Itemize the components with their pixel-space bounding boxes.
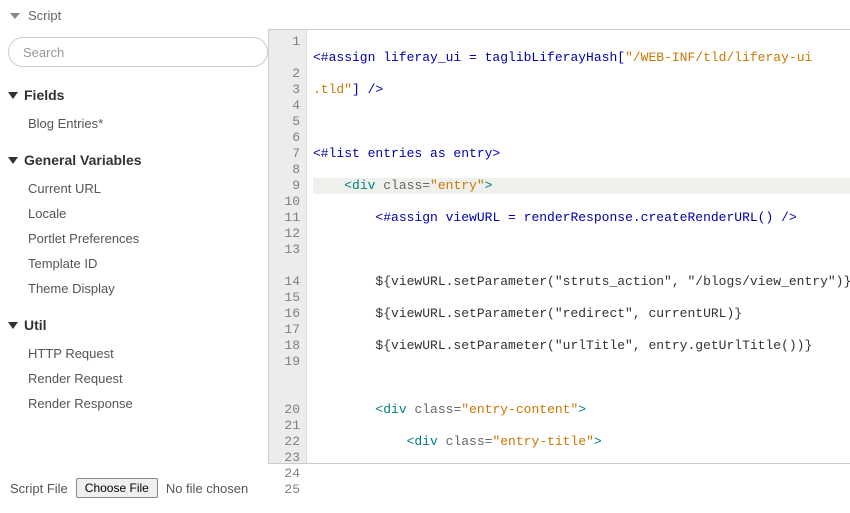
sidebar-item[interactable]: Render Response — [28, 391, 268, 416]
line-number: 3 — [279, 82, 300, 98]
group-header-general[interactable]: General Variables — [8, 146, 268, 174]
section-title: Script — [28, 8, 61, 23]
line-number: 6 — [279, 130, 300, 146]
code-line: <div class="entry-title"> — [313, 434, 850, 450]
code-line: ${viewURL.setParameter("redirect", curre… — [313, 306, 850, 322]
line-number: 4 — [279, 98, 300, 114]
file-label: Script File — [10, 481, 68, 496]
line-number: 11 — [279, 210, 300, 226]
group-header-fields[interactable]: Fields — [8, 81, 268, 109]
code-content[interactable]: <#assign liferay_ui = taglibLiferayHash[… — [307, 30, 850, 463]
line-number: 23 — [279, 450, 300, 466]
line-number: 7 — [279, 146, 300, 162]
sidebar-item[interactable]: HTTP Request — [28, 341, 268, 366]
line-number: 9 — [279, 178, 300, 194]
sidebar-item[interactable]: Locale — [28, 201, 268, 226]
line-number: 5 — [279, 114, 300, 130]
sidebar-item[interactable]: Portlet Preferences — [28, 226, 268, 251]
line-number: 8 — [279, 162, 300, 178]
line-number: 25 — [279, 482, 300, 498]
group-items-general: Current URL Locale Portlet Preferences T… — [8, 174, 268, 311]
line-number — [279, 258, 300, 274]
footer: Script File Choose File No file chosen — [0, 464, 850, 512]
file-status: No file chosen — [166, 481, 248, 496]
sidebar-item[interactable]: Theme Display — [28, 276, 268, 301]
sidebar-item[interactable]: Current URL — [28, 176, 268, 201]
line-number: 15 — [279, 290, 300, 306]
group-items-fields: Blog Entries* — [8, 109, 268, 146]
group-title: Fields — [24, 87, 64, 103]
group-header-util[interactable]: Util — [8, 311, 268, 339]
triangle-down-icon — [8, 157, 18, 164]
code-editor[interactable]: 1 2 3 4 5 6 7 8 9 10 11 12 13 14 15 16 1… — [268, 29, 850, 464]
group-title: Util — [24, 317, 47, 333]
line-number: 14 — [279, 274, 300, 290]
code-line: <div class="entry"> — [313, 178, 850, 194]
chevron-down-icon — [10, 13, 20, 19]
line-number — [279, 370, 300, 386]
code-line: ${viewURL.setParameter("struts_action", … — [313, 274, 850, 290]
choose-file-button[interactable]: Choose File — [76, 478, 158, 498]
sidebar: Search Fields Blog Entries* General Vari… — [8, 29, 268, 464]
code-line: .tld"] /> — [313, 82, 850, 98]
section-header[interactable]: Script — [0, 0, 850, 29]
line-number-gutter: 1 2 3 4 5 6 7 8 9 10 11 12 13 14 15 16 1… — [269, 30, 307, 463]
code-line: <#list entries as entry> — [313, 146, 850, 162]
code-line — [313, 114, 850, 130]
line-number — [279, 386, 300, 402]
code-line: <div class="entry-content"> — [313, 402, 850, 418]
code-line — [313, 370, 850, 386]
code-line: <#assign liferay_ui = taglibLiferayHash[… — [313, 50, 850, 66]
line-number: 17 — [279, 322, 300, 338]
line-number: 10 — [279, 194, 300, 210]
line-number: 2 — [279, 66, 300, 82]
line-number: 13 — [279, 242, 300, 258]
line-number — [279, 50, 300, 66]
group-items-util: HTTP Request Render Request Render Respo… — [8, 339, 268, 426]
code-line: ${viewURL.setParameter("urlTitle", entry… — [313, 338, 850, 354]
line-number: 24 — [279, 466, 300, 482]
sidebar-item[interactable]: Template ID — [28, 251, 268, 276]
code-line: <#assign viewURL = renderResponse.create… — [313, 210, 850, 226]
line-number: 21 — [279, 418, 300, 434]
line-number: 20 — [279, 402, 300, 418]
sidebar-item[interactable]: Render Request — [28, 366, 268, 391]
triangle-down-icon — [8, 92, 18, 99]
line-number: 12 — [279, 226, 300, 242]
line-number: 18 — [279, 338, 300, 354]
group-title: General Variables — [24, 152, 142, 168]
line-number: 1 — [279, 34, 300, 50]
code-line — [313, 242, 850, 258]
search-placeholder: Search — [23, 45, 64, 60]
sidebar-item[interactable]: Blog Entries* — [28, 111, 268, 136]
line-number: 22 — [279, 434, 300, 450]
line-number: 19 — [279, 354, 300, 370]
main-area: Search Fields Blog Entries* General Vari… — [0, 29, 850, 464]
line-number: 16 — [279, 306, 300, 322]
search-input[interactable]: Search — [8, 37, 268, 67]
triangle-down-icon — [8, 322, 18, 329]
